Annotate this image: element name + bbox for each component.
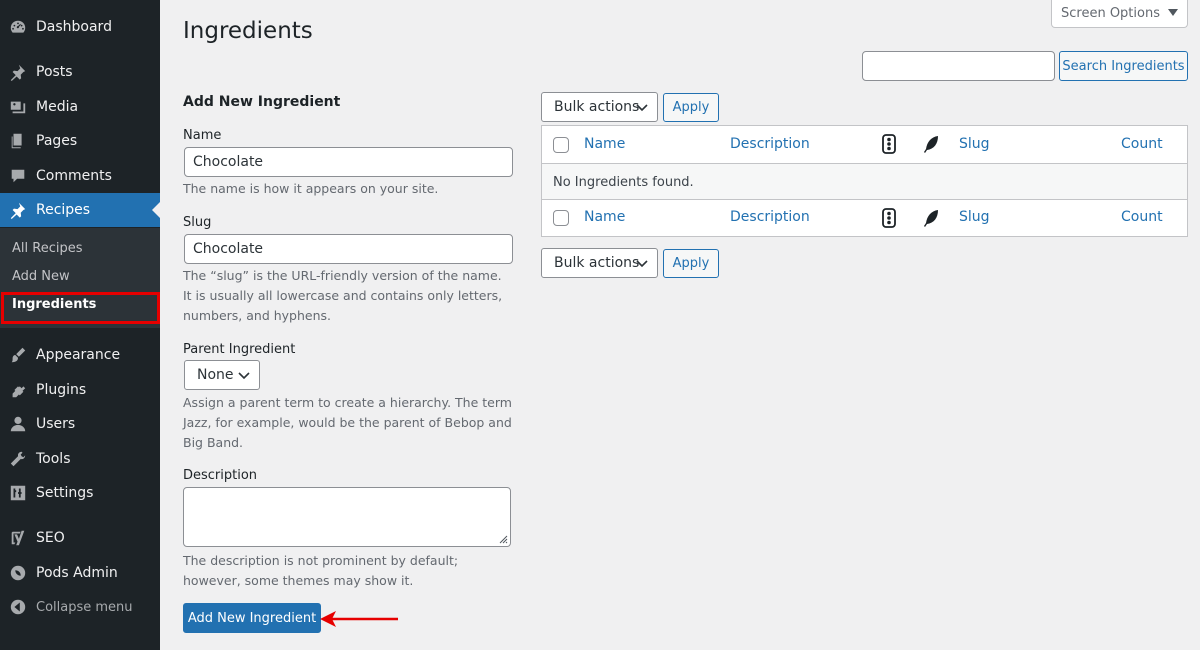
menu-label: Users — [36, 416, 76, 432]
wrench-icon — [0, 450, 36, 468]
menu-label: Media — [36, 99, 79, 115]
menu-item-appearance[interactable]: Appearance — [0, 338, 160, 372]
name-field-value: Chocolate — [193, 154, 264, 170]
user-icon — [0, 415, 36, 433]
resize-handle-icon[interactable] — [498, 534, 508, 544]
table-footer-row: Name Description Slug Count — [542, 200, 1187, 236]
column-name-footer[interactable]: Name — [584, 209, 625, 225]
name-help-text: The name is how it appears on your site. — [183, 181, 439, 196]
chevron-down-icon — [636, 260, 648, 268]
media-icon — [0, 98, 36, 116]
menu-label: Comments — [36, 168, 112, 184]
table-header-row: Name Description Slug Count — [542, 126, 1187, 163]
page-title: Ingredients — [183, 18, 313, 44]
parent-help-text: Assign a parent term to create a hierarc… — [183, 395, 512, 450]
menu-item-comments[interactable]: Comments — [0, 159, 160, 193]
bulk-actions-label: Bulk actions — [554, 99, 640, 115]
table-empty-row: No Ingredients found. — [542, 163, 1187, 200]
submenu-item-all-recipes[interactable]: All Recipes — [12, 241, 82, 256]
column-slug-footer[interactable]: Slug — [959, 209, 990, 225]
slug-field-value: Chocolate — [193, 241, 264, 257]
apply-button-top[interactable]: Apply — [663, 93, 719, 122]
column-name-header[interactable]: Name — [584, 136, 625, 152]
parent-select[interactable]: None — [184, 360, 260, 390]
feather-icon — [924, 136, 938, 153]
slug-field[interactable]: Chocolate — [184, 234, 513, 264]
bulk-actions-select-top[interactable]: Bulk actions — [541, 92, 658, 122]
menu-label: Appearance — [36, 347, 121, 363]
menu-item-recipes[interactable]: Recipes — [0, 193, 160, 227]
menu-label: Recipes — [36, 202, 91, 218]
name-label: Name — [183, 128, 222, 143]
collapse-label: Collapse menu — [36, 599, 133, 615]
menu-item-pods-admin[interactable]: Pods Admin — [0, 556, 160, 590]
column-count-footer[interactable]: Count — [1121, 209, 1163, 225]
chevron-down-icon — [238, 372, 250, 380]
menu-item-settings[interactable]: Settings — [0, 476, 160, 510]
menu-item-seo[interactable]: SEO — [0, 521, 160, 555]
slug-label: Slug — [183, 215, 212, 230]
search-ingredients-button[interactable]: Search Ingredients — [1059, 51, 1188, 81]
bulk-actions-select-bottom[interactable]: Bulk actions — [541, 248, 658, 278]
yoast-icon — [0, 529, 36, 547]
submenu-item-add-new[interactable]: Add New — [12, 269, 70, 284]
menu-item-plugins[interactable]: Plugins — [0, 373, 160, 407]
menu-label: Pages — [36, 133, 78, 149]
menu-item-tools[interactable]: Tools — [0, 442, 160, 476]
column-description-header[interactable]: Description — [730, 136, 810, 152]
ingredients-highlight-box — [1, 292, 160, 324]
screen-options-button[interactable]: Screen Options — [1051, 0, 1188, 28]
plug-icon — [0, 381, 36, 399]
traffic-light-icon — [882, 134, 896, 154]
search-input[interactable] — [862, 51, 1055, 81]
menu-item-pages[interactable]: Pages — [0, 124, 160, 158]
screen-options-label: Screen Options — [1061, 6, 1160, 21]
menu-label: Plugins — [36, 382, 87, 398]
select-all-checkbox[interactable] — [553, 137, 569, 153]
bulk-actions-label: Bulk actions — [554, 255, 640, 271]
empty-message: No Ingredients found. — [553, 175, 694, 190]
column-count-header[interactable]: Count — [1121, 136, 1163, 152]
menu-item-dashboard[interactable]: Dashboard — [0, 10, 160, 44]
form-heading: Add New Ingredient — [183, 94, 341, 110]
collapse-menu-button[interactable]: Collapse menu — [0, 590, 160, 624]
menu-item-media[interactable]: Media — [0, 90, 160, 124]
pin-icon — [0, 63, 36, 81]
menu-label: Pods Admin — [36, 565, 118, 581]
slug-help-text: The “slug” is the URL-friendly version o… — [183, 268, 503, 323]
menu-label: Dashboard — [36, 19, 112, 35]
column-description-footer[interactable]: Description — [730, 209, 810, 225]
parent-select-value: None — [197, 367, 234, 383]
admin-sidebar: Dashboard Posts Media Pages Comments Rec… — [0, 0, 160, 650]
menu-label: SEO — [36, 530, 65, 546]
pin-icon — [0, 201, 36, 219]
apply-button-bottom[interactable]: Apply — [663, 249, 719, 278]
menu-item-posts[interactable]: Posts — [0, 55, 160, 89]
menu-item-users[interactable]: Users — [0, 407, 160, 441]
parent-label: Parent Ingredient — [183, 342, 296, 357]
description-help-text: The description is not prominent by defa… — [183, 553, 459, 588]
pods-icon — [0, 564, 36, 582]
settings-icon — [0, 484, 36, 502]
menu-label: Posts — [36, 64, 73, 80]
description-textarea[interactable] — [183, 487, 511, 547]
collapse-arrow-icon — [0, 598, 36, 616]
add-new-ingredient-button[interactable]: Add New Ingredient — [183, 603, 321, 633]
feather-icon — [924, 210, 938, 227]
ingredients-table: Name Description Slug Count No Ingredien… — [541, 125, 1188, 237]
red-arrow-annotation — [320, 611, 398, 627]
dashboard-icon — [0, 18, 36, 36]
description-label: Description — [183, 468, 258, 483]
menu-label: Settings — [36, 485, 94, 501]
traffic-light-icon — [882, 208, 896, 228]
name-field[interactable]: Chocolate — [184, 147, 513, 177]
select-all-checkbox-footer[interactable] — [553, 210, 569, 226]
pages-icon — [0, 132, 36, 150]
comment-icon — [0, 167, 36, 185]
brush-icon — [0, 346, 36, 364]
menu-label: Tools — [36, 451, 71, 467]
chevron-down-icon — [636, 104, 648, 112]
column-slug-header[interactable]: Slug — [959, 136, 990, 152]
caret-down-icon — [1168, 6, 1178, 21]
